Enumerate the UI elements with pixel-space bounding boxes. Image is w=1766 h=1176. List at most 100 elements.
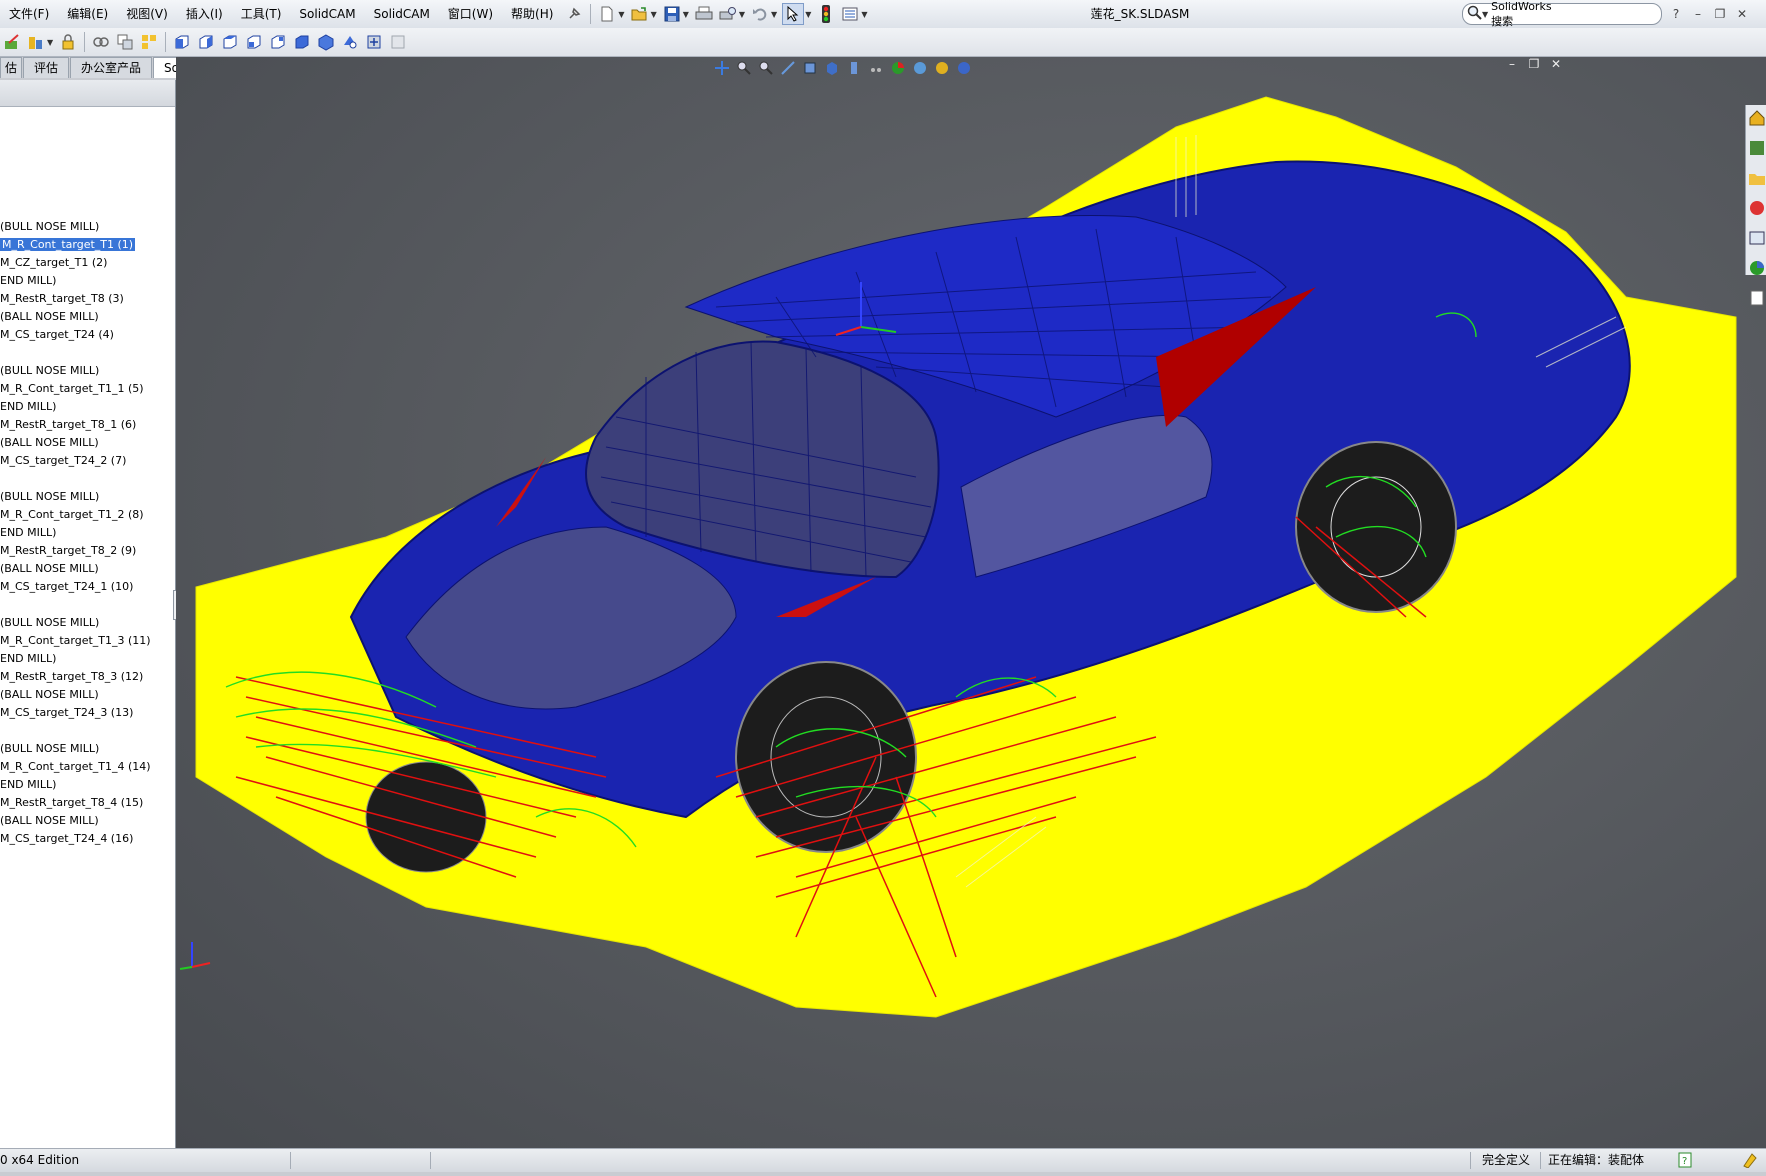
- copy-component-icon[interactable]: [115, 32, 135, 52]
- view-left-icon[interactable]: [220, 32, 240, 52]
- tree-item[interactable]: (BULL NOSE MILL): [0, 488, 151, 506]
- tree-item[interactable]: M_R_Cont_target_T1_4 (14): [0, 758, 151, 776]
- print-preview-icon[interactable]: [718, 4, 738, 24]
- tree-item[interactable]: (BALL NOSE MILL): [0, 560, 151, 578]
- tree-item[interactable]: M_RestR_target_T8_3 (12): [0, 668, 151, 686]
- tab-evaluate[interactable]: 评估: [23, 57, 70, 78]
- undo-dropdown-icon[interactable]: ▼: [771, 10, 777, 19]
- tree-item[interactable]: M_R_Cont_target_T1 (1): [0, 236, 151, 254]
- traffic-light-icon[interactable]: [816, 4, 836, 24]
- tree-item[interactable]: M_RestR_target_T8_2 (9): [0, 542, 151, 560]
- search-dropdown-icon[interactable]: ▼: [1482, 10, 1488, 19]
- tree-item[interactable]: (BALL NOSE MILL): [0, 434, 151, 452]
- menu-view[interactable]: 视图(V): [117, 0, 177, 28]
- view-top-icon[interactable]: [268, 32, 288, 52]
- view-front-icon[interactable]: [172, 32, 192, 52]
- view-palette-icon[interactable]: [1748, 229, 1766, 247]
- tree-item[interactable]: M_CS_target_T24_1 (10): [0, 578, 151, 596]
- shadows-icon[interactable]: [932, 58, 952, 78]
- quick-tips-icon[interactable]: ?: [1678, 1152, 1692, 1176]
- tree-item[interactable]: END MILL): [0, 524, 151, 542]
- tree-item[interactable]: M_CS_target_T24 (4): [0, 326, 151, 344]
- new-document-icon[interactable]: [597, 4, 617, 24]
- menu-window[interactable]: 窗口(W): [439, 0, 502, 28]
- tree-item[interactable]: (BALL NOSE MILL): [0, 308, 151, 326]
- menu-edit[interactable]: 编辑(E): [58, 0, 117, 28]
- file-explorer-icon[interactable]: [1748, 169, 1766, 187]
- menu-help[interactable]: 帮助(H): [502, 0, 562, 28]
- tree-item[interactable]: END MILL): [0, 650, 151, 668]
- design-library-icon[interactable]: [1748, 139, 1766, 157]
- insert-dropdown-icon[interactable]: ▼: [47, 38, 53, 47]
- tree-item[interactable]: (BULL NOSE MILL): [0, 614, 151, 632]
- realview-icon[interactable]: [910, 58, 930, 78]
- tree-item[interactable]: END MILL): [0, 776, 151, 794]
- print-dropdown-icon[interactable]: ▼: [739, 10, 745, 19]
- view-right-icon[interactable]: [244, 32, 264, 52]
- custom-properties-icon[interactable]: [1748, 289, 1766, 307]
- tree-item[interactable]: M_CS_target_T24_3 (13): [0, 704, 151, 722]
- home-icon[interactable]: [1748, 109, 1766, 127]
- tree-item[interactable]: END MILL): [0, 272, 151, 290]
- ambient-occlusion-icon[interactable]: [954, 58, 974, 78]
- select-dropdown-icon[interactable]: ▼: [805, 10, 811, 19]
- close-button[interactable]: ✕: [1731, 7, 1753, 21]
- tree-item[interactable]: END MILL): [0, 398, 151, 416]
- menu-file[interactable]: 文件(F): [0, 0, 58, 28]
- tree-item[interactable]: M_RestR_target_T8_4 (15): [0, 794, 151, 812]
- tree-item[interactable]: M_R_Cont_target_T1_3 (11): [0, 632, 151, 650]
- tree-item[interactable]: (BULL NOSE MILL): [0, 362, 151, 380]
- tree-item[interactable]: (BULL NOSE MILL): [0, 218, 151, 236]
- viewport-restore-button[interactable]: ❐: [1523, 57, 1545, 71]
- tree-item[interactable]: (BULL NOSE MILL): [0, 740, 151, 758]
- view-orientation-icon[interactable]: [800, 58, 820, 78]
- view-isometric-icon[interactable]: [316, 32, 336, 52]
- undo-icon[interactable]: [750, 4, 770, 24]
- open-folder-icon[interactable]: [630, 4, 650, 24]
- help-button[interactable]: ?: [1665, 7, 1687, 21]
- tab-office-products[interactable]: 办公室产品: [70, 57, 153, 78]
- edit-appearance-icon[interactable]: [866, 58, 886, 78]
- section-view-icon[interactable]: [778, 58, 798, 78]
- save-dropdown-icon[interactable]: ▼: [683, 10, 689, 19]
- print-icon[interactable]: [694, 4, 714, 24]
- edit-component-icon[interactable]: [2, 32, 22, 52]
- view-trimetric-icon[interactable]: [340, 32, 360, 52]
- tree-item[interactable]: (BALL NOSE MILL): [0, 686, 151, 704]
- mate-icon[interactable]: [91, 32, 111, 52]
- tree-item[interactable]: M_CS_target_T24_4 (16): [0, 830, 151, 848]
- menu-insert[interactable]: 插入(I): [177, 0, 232, 28]
- search-results-icon[interactable]: [1748, 199, 1766, 217]
- tab-evaluate-partial[interactable]: 估: [0, 57, 23, 78]
- pattern-icon[interactable]: [139, 32, 159, 52]
- tree-item[interactable]: M_R_Cont_target_T1_2 (8): [0, 506, 151, 524]
- tree-item[interactable]: M_RestR_target_T8_1 (6): [0, 416, 151, 434]
- pin-icon[interactable]: [564, 4, 584, 24]
- cam-simulation-scene[interactable]: [176, 57, 1766, 1148]
- options-dropdown-icon[interactable]: ▼: [861, 10, 867, 19]
- tree-item[interactable]: (BALL NOSE MILL): [0, 812, 151, 830]
- apply-scene-icon[interactable]: [888, 58, 908, 78]
- previous-view-icon[interactable]: [756, 58, 776, 78]
- search-box[interactable]: ▼ SolidWorks 搜索: [1462, 0, 1690, 28]
- search-icon[interactable]: [1467, 5, 1483, 24]
- view-bottom-icon[interactable]: [292, 32, 312, 52]
- tree-item[interactable]: M_R_Cont_target_T1_1 (5): [0, 380, 151, 398]
- rebuild-status-icon[interactable]: [1742, 1152, 1758, 1176]
- viewport-close-button[interactable]: ✕: [1545, 57, 1567, 71]
- menu-solidcam-1[interactable]: SolidCAM: [290, 0, 364, 28]
- appearances-icon[interactable]: [1748, 259, 1766, 277]
- display-style-icon[interactable]: [822, 58, 842, 78]
- normal-to-icon[interactable]: [364, 32, 384, 52]
- restore-button[interactable]: ❐: [1709, 7, 1731, 21]
- open-dropdown-icon[interactable]: ▼: [651, 10, 657, 19]
- new-dropdown-icon[interactable]: ▼: [618, 10, 624, 19]
- save-icon[interactable]: [662, 4, 682, 24]
- zoom-area-icon[interactable]: [734, 58, 754, 78]
- hide-show-icon[interactable]: [844, 58, 864, 78]
- graphics-viewport[interactable]: – ❐ ✕: [176, 57, 1766, 1148]
- viewport-minimize-button[interactable]: –: [1501, 57, 1523, 71]
- options-icon[interactable]: [840, 4, 860, 24]
- insert-component-icon[interactable]: [26, 32, 46, 52]
- select-arrow-icon[interactable]: [782, 3, 805, 25]
